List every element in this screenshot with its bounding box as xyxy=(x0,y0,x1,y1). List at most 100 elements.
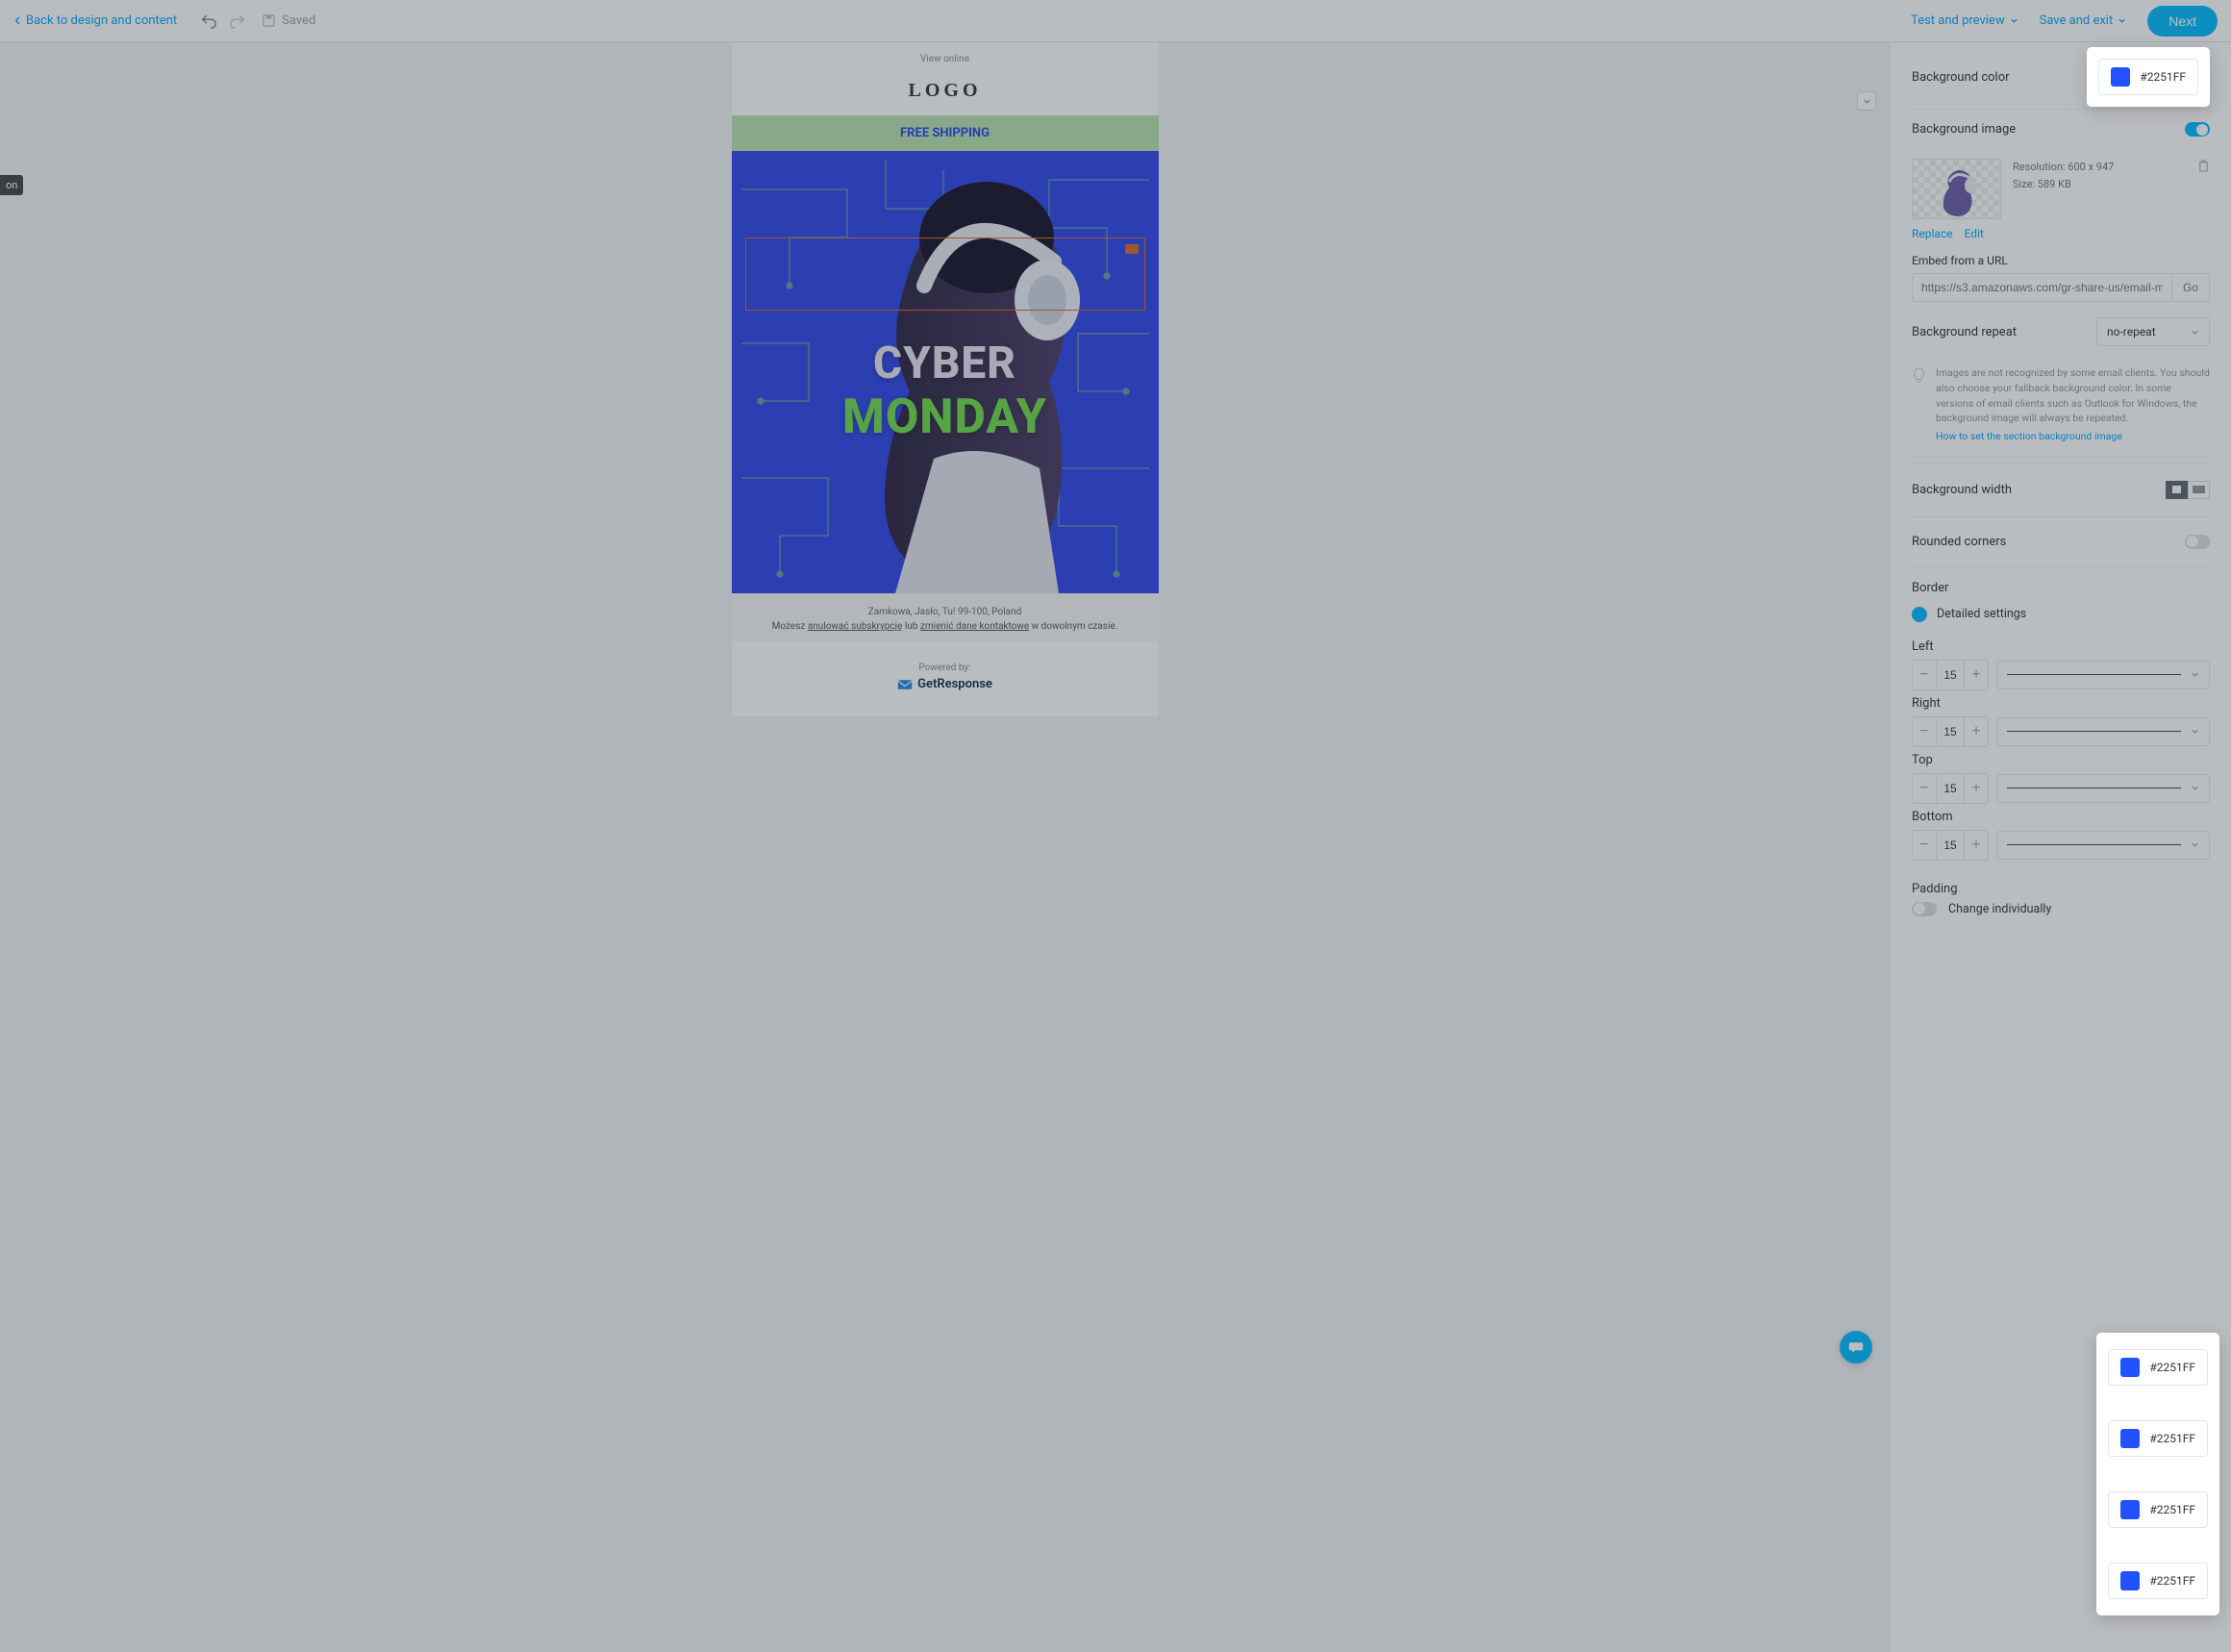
person-thumb-icon xyxy=(1930,164,1984,218)
undo-button[interactable] xyxy=(200,13,217,30)
width-label: Background width xyxy=(1912,483,2012,497)
padding-individual-toggle[interactable] xyxy=(1912,902,1937,916)
hero-section[interactable]: CYBER MONDAY xyxy=(732,151,1159,593)
collapse-button[interactable] xyxy=(1857,91,1876,111)
canvas-area[interactable]: on View online LOGO FREE SHIPPING xyxy=(0,42,1890,1652)
section-tag[interactable]: on xyxy=(0,175,23,195)
top-stepper[interactable]: − + xyxy=(1912,773,1989,804)
next-button[interactable]: Next xyxy=(2147,6,2218,37)
footer-address: Zamkowa, Jasło, Tu! 99-100, Poland xyxy=(732,593,1159,621)
rounded-toggle[interactable] xyxy=(2185,535,2210,549)
hero-line1: CYBER xyxy=(873,338,1016,389)
chevron-left-icon xyxy=(13,16,22,25)
chevron-down-icon xyxy=(2010,16,2018,25)
decrement-button[interactable]: − xyxy=(1913,831,1936,860)
increment-button[interactable]: + xyxy=(1965,661,1988,689)
delete-image-button[interactable] xyxy=(2197,159,2210,177)
tip-text: Images are not recognized by some email … xyxy=(1936,366,2210,424)
top-color-picker[interactable]: #2251FF xyxy=(2108,1491,2208,1528)
edit-link[interactable]: Edit xyxy=(1965,227,1984,240)
chevron-down-icon xyxy=(2191,670,2199,679)
decrement-button[interactable]: − xyxy=(1913,717,1936,746)
bottom-stepper[interactable]: − + xyxy=(1912,830,1989,861)
left-stepper[interactable]: − + xyxy=(1912,660,1989,690)
color-swatch xyxy=(2120,1500,2140,1519)
logo-block[interactable]: LOGO xyxy=(732,70,1159,115)
lightbulb-icon xyxy=(1912,367,1926,444)
decrement-button[interactable]: − xyxy=(1913,774,1936,803)
embed-url-input[interactable] xyxy=(1912,273,2172,302)
chevron-down-icon xyxy=(2191,784,2199,792)
bottom-style-select[interactable] xyxy=(1996,831,2210,860)
left-label: Left xyxy=(1912,639,2210,654)
bottom-value-input[interactable] xyxy=(1936,831,1965,860)
brand-logo[interactable]: GetResponse xyxy=(732,677,1159,716)
color-swatch xyxy=(2120,1429,2140,1448)
repeat-label: Background repeat xyxy=(1912,325,2017,339)
chevron-down-icon xyxy=(2118,16,2126,25)
bg-color-hex: #2251FF xyxy=(2140,70,2186,84)
top-style-select[interactable] xyxy=(1996,774,2210,803)
back-link[interactable]: Back to design and content xyxy=(13,13,177,28)
redo-button[interactable] xyxy=(229,13,246,30)
chevron-down-icon xyxy=(2191,328,2199,337)
embed-go-button[interactable]: Go xyxy=(2172,273,2210,302)
color-swatch xyxy=(2111,67,2130,87)
width-contained-button[interactable] xyxy=(2166,481,2188,499)
selection-handle[interactable] xyxy=(1125,244,1139,254)
detailed-radio[interactable] xyxy=(1912,607,1927,622)
right-stepper[interactable]: − + xyxy=(1912,716,1989,747)
decrement-button[interactable]: − xyxy=(1913,661,1936,689)
bg-color-picker[interactable]: #2251FF xyxy=(2098,59,2198,95)
chevron-down-icon xyxy=(1863,97,1871,106)
chat-icon xyxy=(1848,1339,1864,1355)
embed-label: Embed from a URL xyxy=(1912,254,2210,267)
chat-fab[interactable] xyxy=(1840,1331,1872,1364)
right-style-select[interactable] xyxy=(1996,717,2210,746)
free-shipping-bar[interactable]: FREE SHIPPING xyxy=(732,115,1159,151)
bg-color-label: Background color xyxy=(1912,70,2010,85)
increment-button[interactable]: + xyxy=(1965,831,1988,860)
selection-outline xyxy=(745,238,1145,311)
left-value-input[interactable] xyxy=(1936,661,1965,689)
left-color-hex: #2251FF xyxy=(2149,1361,2195,1374)
increment-button[interactable]: + xyxy=(1965,717,1988,746)
topbar: Back to design and content Saved Test an… xyxy=(0,0,2231,42)
email-canvas[interactable]: View online LOGO FREE SHIPPING xyxy=(732,42,1159,716)
border-colors-popout: #2251FF #2251FF #2251FF #2251FF xyxy=(2096,1333,2219,1615)
envelope-icon xyxy=(897,679,913,690)
view-online-link[interactable]: View online xyxy=(732,42,1159,70)
test-preview-button[interactable]: Test and preview xyxy=(1911,13,2018,28)
change-contact-link[interactable]: zmienić dane kontaktowe xyxy=(920,621,1029,632)
left-color-picker[interactable]: #2251FF xyxy=(2108,1349,2208,1386)
save-exit-button[interactable]: Save and exit xyxy=(2040,13,2127,28)
top-value-input[interactable] xyxy=(1936,774,1965,803)
cancel-sub-link[interactable]: anulować subskrypcję xyxy=(808,621,903,632)
size-text: Size: 589 KB xyxy=(2013,176,2186,193)
right-value-input[interactable] xyxy=(1936,717,1965,746)
back-label: Back to design and content xyxy=(26,13,177,28)
left-style-select[interactable] xyxy=(1996,661,2210,689)
tip-link[interactable]: How to set the section background image xyxy=(1936,429,2210,444)
bg-image-thumb[interactable] xyxy=(1912,159,2001,219)
width-full-button[interactable] xyxy=(2188,481,2210,499)
resolution-text: Resolution: 600 x 947 xyxy=(2013,159,2186,176)
replace-link[interactable]: Replace xyxy=(1912,227,1953,240)
bottom-color-picker[interactable]: #2251FF xyxy=(2108,1563,2208,1599)
color-swatch xyxy=(2120,1571,2140,1590)
rounded-label: Rounded corners xyxy=(1912,535,2006,549)
right-color-picker[interactable]: #2251FF xyxy=(2108,1420,2208,1457)
bg-color-popout: #2251FF xyxy=(2087,47,2210,107)
increment-button[interactable]: + xyxy=(1965,774,1988,803)
chevron-down-icon xyxy=(2191,727,2199,736)
bg-image-toggle[interactable] xyxy=(2185,122,2210,137)
repeat-select[interactable]: no-repeat xyxy=(2096,317,2210,346)
right-label: Right xyxy=(1912,696,2210,711)
saved-indicator: Saved xyxy=(262,13,315,28)
bottom-color-hex: #2251FF xyxy=(2149,1574,2195,1588)
trash-icon xyxy=(2197,159,2210,173)
top-label: Top xyxy=(1912,753,2210,767)
detailed-label: Detailed settings xyxy=(1937,607,2026,621)
right-color-hex: #2251FF xyxy=(2149,1432,2195,1445)
bg-image-label: Background image xyxy=(1912,122,2016,137)
